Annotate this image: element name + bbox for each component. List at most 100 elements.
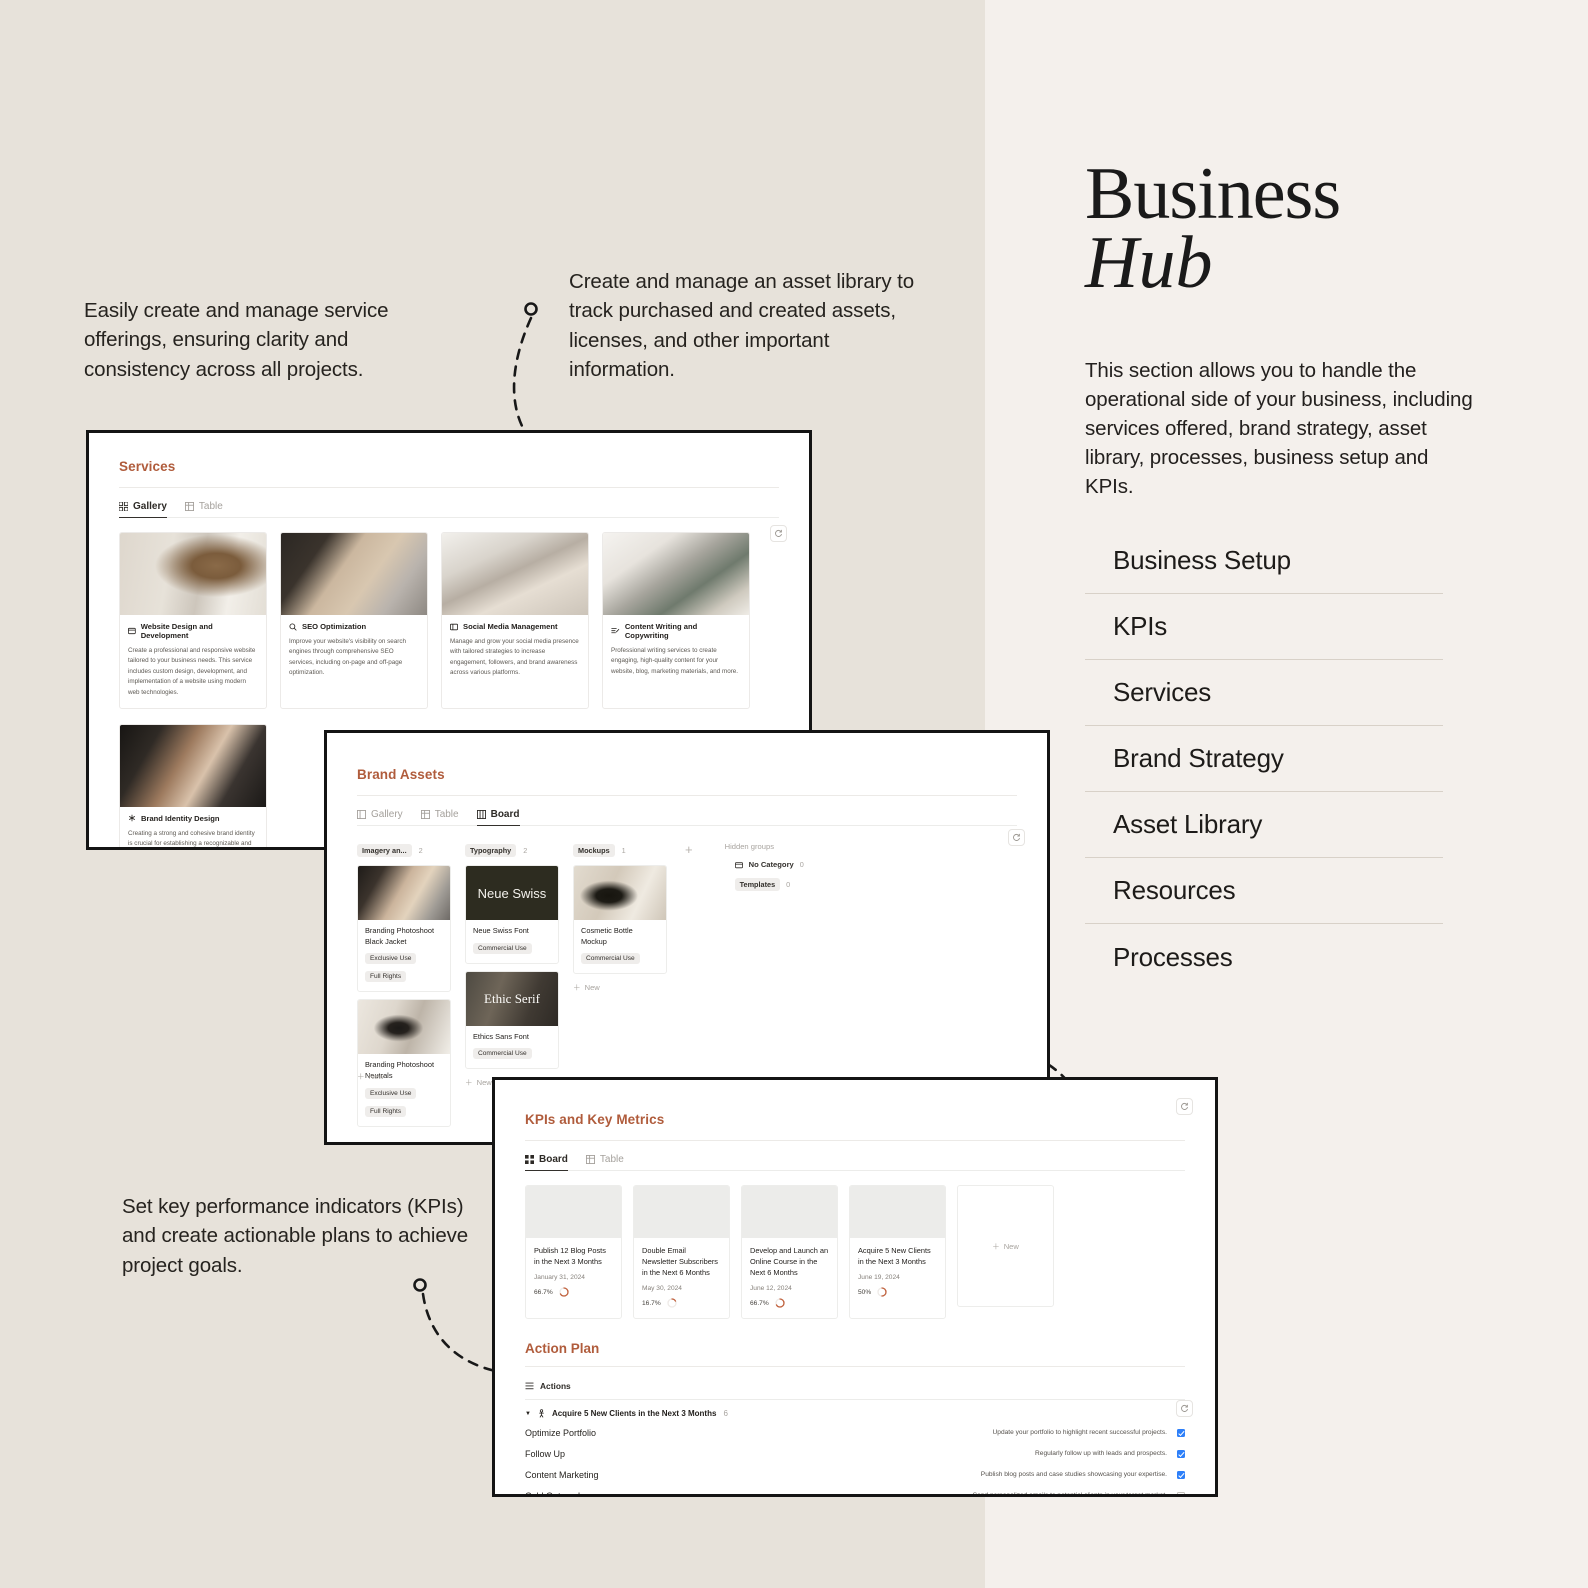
sidebar-item-label: Resources bbox=[1113, 875, 1236, 905]
asset-card[interactable]: Cosmetic Bottle Mockup Commercial Use bbox=[573, 865, 667, 975]
service-card-heading: Social Media Management bbox=[450, 622, 580, 631]
refresh-icon[interactable] bbox=[1176, 1098, 1193, 1115]
action-note: Update your portfolio to highlight recen… bbox=[992, 1429, 1167, 1437]
tab-table[interactable]: Table bbox=[585, 1154, 624, 1171]
hidden-group-count: 0 bbox=[786, 880, 791, 889]
refresh-icon[interactable] bbox=[1176, 1400, 1193, 1417]
add-new-card-button[interactable]: ＋ New bbox=[357, 1071, 384, 1082]
asset-title: Neue Swiss Font bbox=[473, 926, 529, 935]
service-card[interactable]: SEO Optimization Improve your website's … bbox=[280, 532, 428, 709]
kpi-card[interactable]: Publish 12 Blog Posts in the Next 3 Mont… bbox=[525, 1185, 622, 1320]
action-checkbox[interactable] bbox=[1177, 1428, 1185, 1437]
panel-title: KPIs and Key Metrics bbox=[525, 1112, 665, 1127]
sidebar-item-label: Processes bbox=[1113, 941, 1233, 972]
kpi-percent: 66.7% bbox=[750, 1299, 769, 1307]
kpi-card[interactable]: Double Email Newsletter Subscribers in t… bbox=[633, 1185, 730, 1320]
service-card[interactable]: Content Writing and Copywriting Professi… bbox=[602, 532, 750, 709]
service-card-heading: SEO Optimization bbox=[289, 622, 419, 631]
service-card[interactable]: Social Media Management Manage and grow … bbox=[441, 532, 589, 709]
hidden-group-label: Templates bbox=[734, 878, 781, 891]
asset-card[interactable]: Neue Swiss Neue Swiss Font Commercial Us… bbox=[465, 865, 559, 964]
service-card-heading: Website Design and Development bbox=[128, 622, 258, 640]
tab-table[interactable]: Table bbox=[420, 809, 459, 826]
kpi-card[interactable]: Develop and Launch an Online Course in t… bbox=[741, 1185, 838, 1320]
add-new-label: New bbox=[476, 1078, 492, 1088]
service-image bbox=[603, 533, 749, 615]
sidebar-item-kpis[interactable]: KPIs bbox=[1085, 594, 1443, 660]
table-row[interactable]: Content Marketing Publish blog posts and… bbox=[525, 1468, 1185, 1481]
service-image bbox=[281, 533, 427, 615]
asset-card[interactable]: Branding Photoshoot Neutrals Exclusive U… bbox=[357, 999, 451, 1127]
sidebar-item-asset-library[interactable]: Asset Library bbox=[1085, 792, 1443, 858]
service-card-heading: Content Writing and Copywriting bbox=[611, 622, 741, 640]
gallery-icon bbox=[119, 502, 128, 511]
refresh-icon[interactable] bbox=[1008, 829, 1025, 846]
refresh-icon[interactable] bbox=[770, 525, 787, 542]
table-icon bbox=[420, 810, 430, 819]
hidden-group-count: 0 bbox=[799, 860, 804, 869]
sidebar-item-services[interactable]: Services bbox=[1085, 660, 1443, 726]
view-tabs: Gallery Table Board bbox=[357, 800, 1017, 826]
action-group-header[interactable]: ▼ Acquire 5 New Clients in the Next 3 Mo… bbox=[525, 1409, 1185, 1418]
tab-gallery[interactable]: Gallery bbox=[357, 809, 403, 826]
action-group-count: 6 bbox=[723, 1409, 728, 1419]
annotation-kpis: Set key performance indicators (KPIs) an… bbox=[122, 1195, 469, 1277]
hidden-group-row[interactable]: Templates 0 bbox=[734, 878, 845, 891]
sidebar-item-brand-strategy[interactable]: Brand Strategy bbox=[1085, 726, 1443, 792]
tab-label: Gallery bbox=[371, 809, 403, 820]
asset-card[interactable]: Branding Photoshoot Black Jacket Exclusi… bbox=[357, 865, 451, 993]
divider bbox=[357, 795, 1017, 796]
sidebar-item-label: Business Setup bbox=[1113, 545, 1291, 575]
service-card[interactable]: Brand Identity Design Creating a strong … bbox=[119, 723, 267, 847]
table-row[interactable]: Cold Outreach Send personalized emails t… bbox=[525, 1489, 1185, 1494]
asset-cover-text: Ethic Serif bbox=[484, 990, 540, 1006]
tab-board[interactable]: Board bbox=[476, 809, 520, 826]
add-new-kpi-button[interactable]: ＋ New bbox=[957, 1185, 1054, 1307]
table-row[interactable]: Optimize Portfolio Update your portfolio… bbox=[525, 1426, 1185, 1439]
asset-card[interactable]: Ethic Serif Ethics Sans Font Commercial … bbox=[465, 970, 559, 1070]
action-name: Follow Up bbox=[525, 1448, 566, 1459]
action-checkbox[interactable] bbox=[1177, 1470, 1185, 1479]
sidebar-item-resources[interactable]: Resources bbox=[1085, 858, 1443, 924]
divider bbox=[119, 487, 779, 488]
action-checkbox[interactable] bbox=[1177, 1491, 1185, 1494]
sidebar-item-business-setup[interactable]: Business Setup bbox=[1085, 528, 1443, 594]
plus-icon: ＋ bbox=[465, 1078, 473, 1088]
asset-tag: Exclusive Use bbox=[365, 953, 417, 965]
service-image bbox=[120, 724, 266, 807]
actions-view-tab[interactable]: Actions bbox=[525, 1381, 1185, 1391]
tab-gallery[interactable]: Gallery bbox=[119, 501, 167, 518]
gallery-icon bbox=[357, 810, 366, 819]
add-new-label: New bbox=[1003, 1241, 1019, 1251]
asset-tag: Full Rights bbox=[365, 971, 407, 983]
kpi-panel: KPIs and Key Metrics Board Table Publish… bbox=[492, 1077, 1218, 1497]
action-name: Optimize Portfolio bbox=[525, 1427, 597, 1438]
add-new-card-button[interactable]: ＋ New bbox=[573, 982, 667, 993]
asset-cover-text: Neue Swiss bbox=[477, 885, 547, 901]
kpi-title: Double Email Newsletter Subscribers in t… bbox=[642, 1246, 718, 1278]
tab-board[interactable]: Board bbox=[525, 1154, 568, 1171]
kpi-percent: 16.7% bbox=[642, 1299, 661, 1307]
sidebar-item-processes[interactable]: Processes bbox=[1085, 924, 1443, 990]
tab-table[interactable]: Table bbox=[184, 501, 223, 518]
service-card[interactable]: Website Design and Development Create a … bbox=[119, 532, 267, 709]
action-group-label: Acquire 5 New Clients in the Next 3 Mont… bbox=[551, 1409, 717, 1419]
hidden-group-row[interactable]: No Category 0 bbox=[734, 860, 845, 869]
tab-label: Table bbox=[434, 809, 459, 820]
asset-image bbox=[574, 866, 666, 920]
table-row[interactable]: Follow Up Regularly follow up with leads… bbox=[525, 1447, 1185, 1460]
kpi-cover bbox=[742, 1186, 837, 1238]
progress-ring-icon bbox=[667, 1298, 677, 1308]
tab-label: Gallery bbox=[133, 501, 167, 512]
asset-title: Branding Photoshoot Black Jacket bbox=[365, 926, 435, 946]
board-column-imagery: Imagery an... 2 Branding Photoshoot Blac… bbox=[357, 842, 451, 1127]
board-icon bbox=[476, 810, 486, 819]
column-count: 2 bbox=[418, 845, 423, 855]
kpi-cover bbox=[634, 1186, 729, 1238]
browser-icon bbox=[128, 627, 136, 635]
action-checkbox[interactable] bbox=[1177, 1449, 1185, 1458]
section-nav-list: Business Setup KPIs Services Brand Strat… bbox=[1085, 528, 1443, 990]
table-icon bbox=[585, 1155, 595, 1164]
divider bbox=[525, 1366, 1185, 1368]
kpi-card[interactable]: Acquire 5 New Clients in the Next 3 Mont… bbox=[849, 1185, 946, 1320]
